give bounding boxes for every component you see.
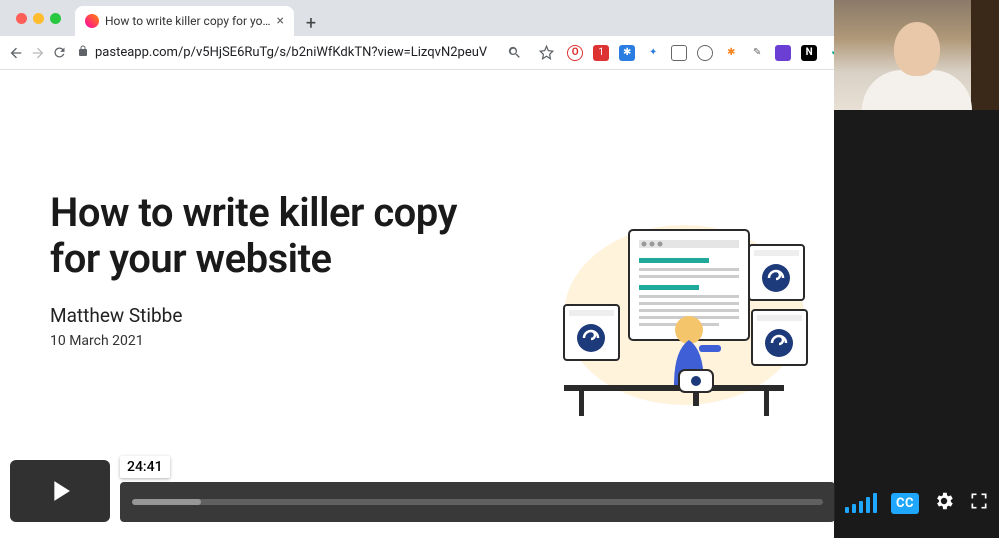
settings-button[interactable]	[933, 490, 955, 516]
hero-illustration	[534, 210, 824, 420]
star-icon[interactable]	[535, 42, 557, 64]
back-button[interactable]	[8, 42, 24, 64]
extension-icon[interactable]: ✱	[619, 45, 635, 61]
search-icon[interactable]	[503, 42, 525, 64]
address-bar: pasteapp.com/p/v5HjSE6RuTg/s/b2niWfKdkTN…	[0, 36, 834, 70]
new-tab-button[interactable]: +	[298, 10, 324, 36]
extension-icon[interactable]: ✎	[749, 45, 765, 61]
extension-icon[interactable]: ✦	[645, 45, 661, 61]
progress-bar[interactable]	[120, 482, 835, 522]
tab-title: How to write killer copy for yo…	[105, 14, 271, 28]
url-field[interactable]: pasteapp.com/p/v5HjSE6RuTg/s/b2niWfKdkTN…	[73, 45, 491, 60]
extension-icon[interactable]	[697, 45, 713, 61]
extension-icon[interactable]	[671, 45, 687, 61]
fullscreen-button[interactable]	[969, 491, 989, 515]
tab-bar: How to write killer copy for yo… × +	[0, 0, 834, 36]
window-controls	[8, 0, 69, 36]
url-text: pasteapp.com/p/v5HjSE6RuTg/s/b2niWfKdkTN…	[95, 45, 487, 60]
favicon-icon	[85, 14, 99, 28]
webcam-feed	[834, 0, 999, 110]
captions-button[interactable]: CC	[891, 493, 919, 514]
close-tab-button[interactable]: ×	[277, 13, 284, 29]
extension-icon[interactable]	[775, 45, 791, 61]
extension-icon[interactable]: O	[567, 45, 583, 61]
reload-button[interactable]	[52, 42, 67, 64]
volume-control[interactable]	[845, 493, 877, 513]
minimize-window-button[interactable]	[33, 13, 44, 24]
extension-icon[interactable]: ✱	[723, 45, 739, 61]
forward-button[interactable]	[30, 42, 46, 64]
extension-icon[interactable]: N	[801, 45, 817, 61]
play-button[interactable]	[10, 460, 110, 522]
maximize-window-button[interactable]	[50, 13, 61, 24]
video-controls: 24:41 CC	[0, 452, 999, 526]
page-title: How to write killer copy for your websit…	[50, 190, 480, 282]
extension-icon[interactable]: 1	[593, 45, 609, 61]
lock-icon	[77, 45, 89, 60]
timestamp-tooltip: 24:41	[120, 456, 170, 478]
close-window-button[interactable]	[16, 13, 27, 24]
browser-tab[interactable]: How to write killer copy for yo… ×	[75, 6, 294, 36]
